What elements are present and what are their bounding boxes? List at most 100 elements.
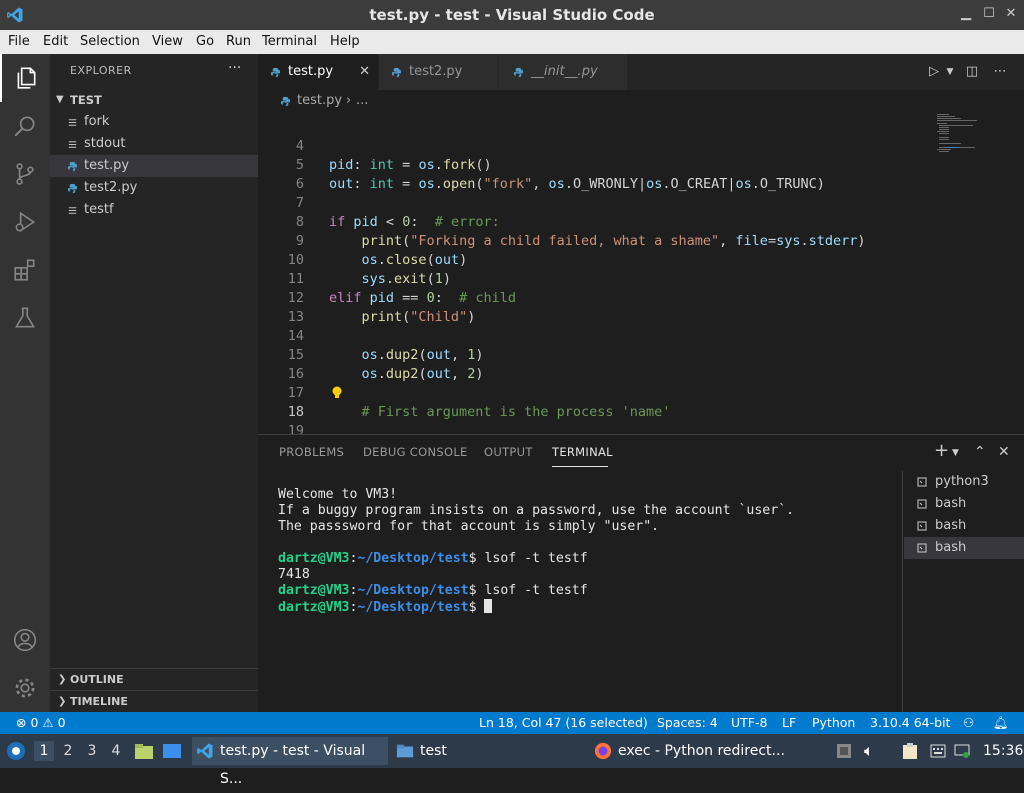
menu-help[interactable]: Help bbox=[326, 30, 364, 54]
notifications-icon[interactable]: 🔔︎ bbox=[993, 712, 1009, 734]
search-activity[interactable] bbox=[0, 102, 50, 150]
chevron-down-icon: ▼ bbox=[56, 94, 64, 105]
menu-selection[interactable]: Selection bbox=[76, 30, 144, 54]
explorer-header: EXPLORER bbox=[70, 64, 132, 77]
run-debug-activity[interactable] bbox=[0, 198, 50, 246]
close-tab-icon[interactable]: ✕ bbox=[359, 54, 370, 90]
tab-problems[interactable]: PROBLEMS bbox=[279, 445, 344, 459]
language-mode[interactable]: Python bbox=[812, 712, 855, 734]
bottom-panel: PROBLEMS DEBUG CONSOLE OUTPUT TERMINAL +… bbox=[258, 434, 1024, 713]
menu-view[interactable]: View bbox=[148, 30, 187, 54]
folder-label: TEST bbox=[70, 93, 102, 107]
show-desktop-icon[interactable] bbox=[162, 742, 182, 760]
close-icon[interactable]: ✕ bbox=[1003, 6, 1019, 22]
file-manager-launcher-icon[interactable] bbox=[134, 742, 154, 760]
terminal-item-bash[interactable]: bash bbox=[904, 515, 1024, 537]
task-label: exec - Python redirect... bbox=[618, 743, 785, 759]
file-test2-py[interactable]: test2.py bbox=[50, 177, 258, 199]
maximize-icon[interactable]: ☐ bbox=[981, 6, 997, 22]
editor-tabs: test.py ✕ test2.py __init__.py ▷ ▼ ◫ ⋯ bbox=[258, 54, 1024, 90]
network-icon[interactable] bbox=[954, 743, 970, 759]
line-ending[interactable]: LF bbox=[782, 712, 796, 734]
file-testf[interactable]: testf bbox=[50, 199, 258, 221]
tab-output[interactable]: OUTPUT bbox=[484, 445, 533, 459]
extensions-icon bbox=[14, 259, 35, 281]
file-stdout[interactable]: stdout bbox=[50, 133, 258, 155]
problems-status[interactable]: ⊗ 0 ⚠ 0 bbox=[16, 712, 66, 734]
encoding[interactable]: UTF-8 bbox=[731, 712, 767, 734]
timeline-section[interactable]: ❯ TIMELINE bbox=[50, 690, 258, 712]
file-lines-icon bbox=[68, 119, 77, 126]
menu-run[interactable]: Run bbox=[222, 30, 255, 54]
menu-go[interactable]: Go bbox=[192, 30, 218, 54]
tab-debug-console[interactable]: DEBUG CONSOLE bbox=[363, 445, 468, 459]
code-editor[interactable]: 4 pid: int = os.fork() 5 out: int = os.o… bbox=[258, 112, 1024, 434]
task-folder-test[interactable]: test bbox=[392, 737, 512, 765]
run-dropdown-icon[interactable]: ▼ bbox=[942, 64, 958, 80]
code-line: 15 os.dup2(out, 2) bbox=[287, 347, 484, 382]
accounts-activity[interactable] bbox=[0, 616, 50, 664]
keyboard-icon[interactable] bbox=[930, 743, 946, 759]
python-file-icon bbox=[67, 183, 78, 194]
volume-icon[interactable]: 🔈︎ bbox=[864, 734, 874, 768]
screenshot-tray-icon[interactable] bbox=[836, 743, 852, 759]
more-actions-icon[interactable]: ⋯ bbox=[992, 64, 1008, 80]
outline-section[interactable]: ❯ OUTLINE bbox=[50, 668, 258, 690]
menu-terminal[interactable]: Terminal bbox=[258, 30, 321, 54]
manage-activity[interactable] bbox=[0, 664, 50, 712]
clock[interactable]: 15:36 bbox=[983, 734, 1023, 768]
code-line-current: 18 os.execve("/bin/sleep", ["helloworld1… bbox=[258, 384, 938, 420]
close-panel-icon[interactable]: ✕ bbox=[998, 444, 1010, 460]
more-actions-icon[interactable]: ··· bbox=[228, 60, 241, 76]
clipboard-icon[interactable] bbox=[902, 742, 918, 760]
source-control-activity[interactable] bbox=[0, 150, 50, 198]
code-line: 20 print("Parent") bbox=[258, 422, 938, 434]
file-fork[interactable]: fork bbox=[50, 111, 258, 133]
terminal-icon bbox=[917, 477, 927, 487]
tab-test2-py[interactable]: test2.py bbox=[379, 54, 498, 90]
minimize-icon[interactable]: ▁ bbox=[958, 6, 974, 22]
menu-edit[interactable]: Edit bbox=[39, 30, 72, 54]
terminal-item-python3[interactable]: python3 bbox=[904, 471, 1024, 493]
python-interpreter[interactable]: 3.10.4 64-bit bbox=[870, 712, 950, 734]
new-terminal-icon[interactable]: + bbox=[934, 440, 949, 461]
testing-activity[interactable] bbox=[0, 294, 50, 342]
search-icon bbox=[14, 116, 35, 137]
tab-init-py[interactable]: __init__.py bbox=[499, 54, 627, 90]
indentation[interactable]: Spaces: 4 bbox=[657, 712, 718, 734]
cursor-position[interactable]: Ln 18, Col 47 (16 selected) bbox=[479, 712, 648, 734]
activity-bar bbox=[0, 54, 50, 712]
outline-label: OUTLINE bbox=[70, 673, 124, 686]
terminal-item-bash[interactable]: bash bbox=[904, 493, 1024, 515]
code-line: 11 elif pid == 0: # child bbox=[287, 271, 516, 306]
terminal-output[interactable]: Welcome to VM3! If a buggy program insis… bbox=[278, 487, 794, 616]
task-vscode[interactable]: test.py - test - Visual S... bbox=[192, 737, 388, 787]
tab-terminal[interactable]: TERMINAL bbox=[552, 445, 613, 459]
workspace-2[interactable]: 2 bbox=[58, 741, 78, 761]
run-file-icon[interactable]: ▷ bbox=[926, 64, 942, 80]
feedback-icon[interactable]: ⚇ bbox=[963, 712, 974, 734]
breadcrumb-file[interactable]: test.py bbox=[297, 90, 342, 112]
workspace-1[interactable]: 1 bbox=[34, 741, 54, 761]
minimap[interactable] bbox=[935, 112, 1015, 172]
explorer-activity[interactable] bbox=[0, 54, 50, 102]
files-icon bbox=[17, 67, 36, 89]
gear-icon bbox=[15, 678, 35, 698]
breadcrumb-more[interactable]: ... bbox=[356, 90, 368, 112]
terminal-dropdown-icon[interactable]: ▼ bbox=[952, 448, 959, 458]
tab-test-py[interactable]: test.py ✕ bbox=[258, 54, 378, 90]
file-test-py[interactable]: test.py bbox=[50, 155, 258, 177]
workspace-4[interactable]: 4 bbox=[106, 741, 126, 761]
menu-file[interactable]: File bbox=[4, 30, 34, 54]
terminal-item-bash-active[interactable]: bash bbox=[904, 537, 1024, 559]
python-file-icon bbox=[67, 161, 78, 172]
extensions-activity[interactable] bbox=[0, 246, 50, 294]
maximize-panel-icon[interactable]: ⌃ bbox=[974, 444, 986, 460]
start-menu-icon[interactable] bbox=[6, 741, 26, 761]
active-tab-indicator bbox=[552, 466, 608, 467]
task-firefox[interactable]: exec - Python redirect... bbox=[590, 737, 790, 765]
lightbulb-icon[interactable] bbox=[331, 386, 343, 400]
folder-test[interactable]: ▼ TEST bbox=[50, 89, 258, 111]
workspace-3[interactable]: 3 bbox=[82, 741, 102, 761]
split-editor-icon[interactable]: ◫ bbox=[964, 64, 980, 80]
